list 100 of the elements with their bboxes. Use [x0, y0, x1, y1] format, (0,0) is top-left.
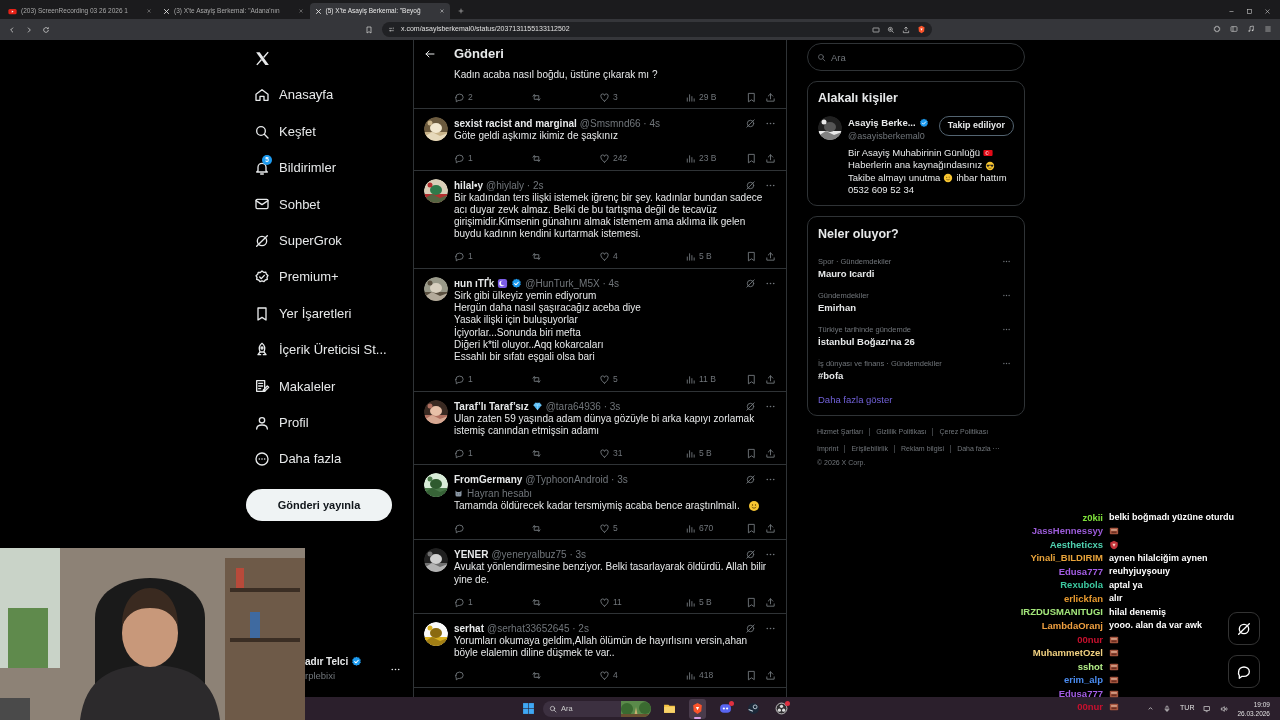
x-logo-icon	[314, 7, 322, 15]
music-icon[interactable]	[1247, 25, 1255, 33]
slashed-circle-icon[interactable]	[745, 179, 756, 191]
nav-link[interactable]: SuperGrok	[246, 222, 413, 259]
views-button[interactable]: 5 B	[685, 595, 746, 609]
slashed-circle-icon[interactable]	[745, 400, 756, 412]
views-button[interactable]: 670	[685, 522, 746, 535]
close-icon[interactable]	[297, 8, 304, 14]
views-button[interactable]: 29 B	[685, 90, 746, 104]
reply-button[interactable]: 1	[454, 446, 531, 460]
bookmark-icon[interactable]	[746, 596, 757, 608]
close-icon[interactable]	[1264, 8, 1271, 15]
screen-icon[interactable]	[872, 25, 880, 34]
chevron-up-icon[interactable]	[1147, 705, 1155, 712]
emote-icon	[1109, 675, 1119, 686]
share-icon[interactable]	[765, 251, 776, 263]
trend-title[interactable]: Emirhan	[818, 300, 1002, 315]
taskbar-app[interactable]	[689, 698, 706, 719]
windows-start-icon[interactable]	[522, 702, 535, 715]
grok-button[interactable]	[1228, 612, 1260, 645]
sunglasses-face-icon	[985, 160, 996, 171]
views-button[interactable]: 11 B	[685, 373, 746, 386]
slashed-circle-icon[interactable]	[745, 623, 756, 635]
bookmark-icon[interactable]	[365, 25, 373, 34]
show-more-link[interactable]: Daha fazla göster	[818, 392, 1014, 407]
shield-icon[interactable]	[917, 25, 926, 34]
bookmark-icon[interactable]	[746, 91, 757, 103]
views-button[interactable]: 5 B	[685, 250, 746, 264]
nav-link[interactable]: Yer İşaretleri	[246, 295, 413, 332]
like-button[interactable]: 11	[599, 595, 685, 609]
close-icon[interactable]	[145, 8, 152, 14]
minimize-icon[interactable]	[1228, 8, 1235, 15]
slashed-circle-icon[interactable]	[745, 474, 756, 486]
like-button[interactable]: 5	[599, 373, 685, 386]
puzzle-icon[interactable]	[1213, 25, 1221, 33]
slashed-circle-icon[interactable]	[745, 118, 756, 130]
like-button[interactable]: 3	[599, 90, 685, 104]
reply-button[interactable]: 1	[454, 595, 531, 609]
bio-text: Bir Asayiş Muhabirinin Günlüğü	[848, 145, 980, 160]
nav-link[interactable]: Premium+	[246, 258, 413, 296]
like-button[interactable]: 4	[599, 669, 685, 682]
trend-title[interactable]: Mauro Icardi	[818, 266, 1002, 281]
maximize-icon[interactable]	[1246, 8, 1253, 15]
share-icon[interactable]	[765, 91, 776, 103]
trend-title[interactable]: İstanbul Boğazı'na 26	[818, 334, 1002, 349]
like-button[interactable]: 31	[599, 446, 685, 460]
sliders-icon[interactable]	[388, 26, 395, 33]
share-icon[interactable]	[765, 374, 776, 386]
views-button[interactable]: 5 B	[685, 446, 746, 460]
zoom-icon[interactable]	[887, 25, 895, 34]
sidebar-icon[interactable]	[1230, 25, 1238, 33]
author-name: serhat	[454, 622, 484, 636]
bookmark-icon[interactable]	[746, 153, 757, 165]
monitor-icon[interactable]	[1203, 704, 1212, 713]
slashed-circle-icon[interactable]	[745, 549, 756, 561]
post-button[interactable]: Gönderi yayınla	[246, 489, 392, 522]
messages-button[interactable]	[1228, 655, 1260, 688]
views-button[interactable]: 418	[685, 669, 746, 682]
author-name: нun ıТҐk	[454, 276, 495, 291]
x-logo-icon[interactable]	[254, 50, 271, 67]
bio-text: 0532 609 52 34	[848, 183, 915, 198]
trend-title[interactable]: #bofa	[818, 368, 1002, 383]
nav-link[interactable]: İçerik Üreticisi St...	[246, 331, 413, 369]
menu-icon[interactable]	[1264, 25, 1272, 33]
forward-icon[interactable]	[25, 25, 33, 34]
nav-link[interactable]: Profil	[246, 404, 413, 441]
share-icon[interactable]	[765, 670, 776, 682]
slashed-circle-icon[interactable]	[745, 277, 756, 289]
nav-link[interactable]: Keşfet	[246, 113, 413, 150]
chat-message: hilal denemiş	[1109, 605, 1167, 619]
bookmark-icon[interactable]	[746, 522, 757, 534]
like-button[interactable]: 4	[599, 250, 685, 264]
new-tab-icon[interactable]	[456, 7, 465, 15]
microphone-icon[interactable]	[1163, 704, 1172, 713]
views-button[interactable]: 23 B	[685, 152, 746, 165]
reply-button[interactable]: 2	[454, 90, 531, 104]
reply-button[interactable]: 1	[454, 250, 531, 264]
search-field[interactable]: Ara	[807, 43, 1025, 71]
chat-username: Aestheticxs	[1048, 537, 1103, 552]
bookmark-icon[interactable]	[746, 670, 757, 682]
nav-link[interactable]: Sohbet	[246, 186, 413, 223]
share-icon[interactable]	[765, 596, 776, 608]
nav-link[interactable]: Makaleler	[246, 368, 413, 405]
speaker-icon[interactable]	[1220, 704, 1229, 713]
share-icon[interactable]	[765, 447, 776, 459]
nav-link[interactable]: Daha fazla	[246, 440, 413, 478]
share-icon[interactable]	[765, 522, 776, 534]
reload-icon[interactable]	[42, 25, 50, 34]
bookmark-icon[interactable]	[746, 251, 757, 263]
bookmark-icon[interactable]	[746, 447, 757, 459]
reply-button[interactable]: 1	[454, 152, 531, 165]
chat-username: Yinali_BILDIRIM	[1029, 551, 1103, 566]
back-arrow-icon[interactable]	[424, 48, 436, 60]
like-button[interactable]: 5	[599, 522, 685, 535]
like-button[interactable]: 242	[599, 152, 685, 165]
nav-link[interactable]: Anasayfa	[246, 77, 413, 114]
share-icon[interactable]	[765, 153, 776, 165]
bookmark-icon[interactable]	[746, 374, 757, 386]
back-icon[interactable]	[8, 25, 16, 34]
reply-button[interactable]: 1	[454, 373, 531, 386]
